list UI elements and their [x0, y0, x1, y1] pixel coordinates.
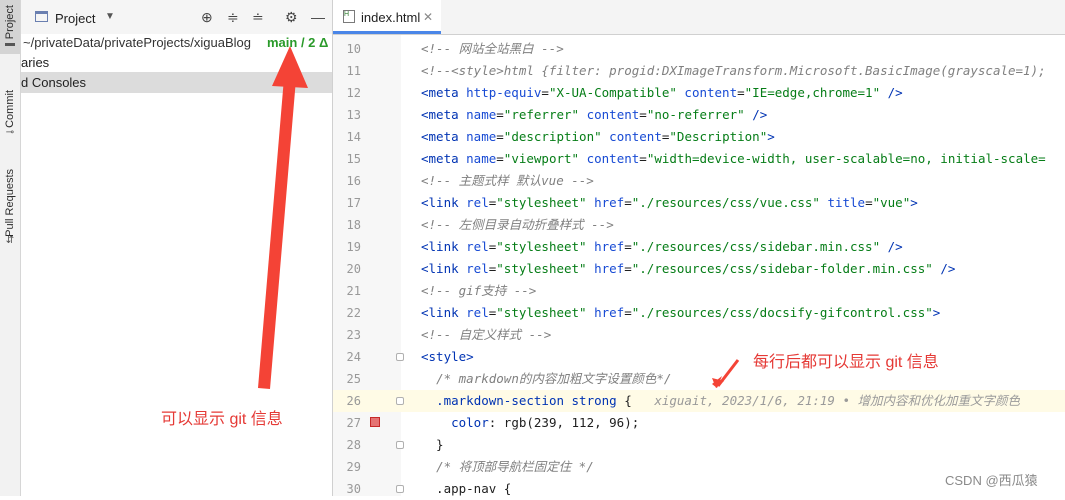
- arrow-left: [258, 46, 308, 389]
- annotation-arrows: [258, 46, 740, 389]
- arrow-right: [712, 359, 740, 388]
